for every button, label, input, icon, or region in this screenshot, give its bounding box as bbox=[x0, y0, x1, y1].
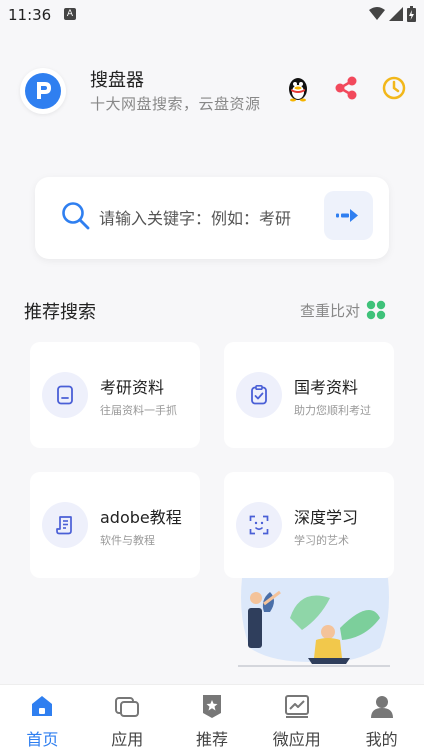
battery-icon bbox=[407, 6, 416, 22]
app-header: 搜盘器 十大网盘搜索，云盘资源 bbox=[0, 62, 424, 118]
logo-p-icon bbox=[25, 73, 61, 109]
clipboard-check-icon bbox=[251, 385, 267, 405]
compare-link[interactable]: 查重比对 bbox=[300, 300, 360, 321]
tab-mine[interactable]: 我的 bbox=[339, 685, 424, 756]
arrow-right-icon bbox=[336, 209, 358, 222]
share-icon[interactable] bbox=[332, 74, 360, 102]
card-icon-bg bbox=[236, 502, 282, 548]
search-submit-button[interactable] bbox=[324, 191, 373, 240]
card-subtitle: 往届资料一手抓 bbox=[100, 404, 177, 417]
history-icon[interactable] bbox=[380, 74, 408, 102]
apps-icon bbox=[115, 697, 140, 717]
section-header: 推荐搜索 查重比对 bbox=[24, 296, 394, 324]
scroll-icon bbox=[56, 516, 72, 535]
study-illustration bbox=[238, 578, 390, 667]
face-scan-icon bbox=[249, 515, 269, 535]
penguin-icon[interactable] bbox=[284, 74, 312, 102]
card-title: adobe教程 bbox=[100, 508, 182, 527]
card-subtitle: 学习的艺术 bbox=[294, 534, 349, 547]
search-icon bbox=[62, 202, 90, 230]
tab-label: 应用 bbox=[111, 730, 144, 749]
bottom-tab-bar: 首页 应用 推荐 微应用 我的 bbox=[0, 684, 424, 756]
app-subtitle: 十大网盘搜索，云盘资源 bbox=[90, 95, 261, 113]
card-title: 考研资料 bbox=[100, 378, 165, 397]
card-kaoyan[interactable]: 考研资料 往届资料一手抓 bbox=[30, 342, 200, 448]
user-icon bbox=[370, 696, 393, 718]
status-time: 11:36 bbox=[8, 6, 52, 24]
document-icon bbox=[57, 385, 73, 405]
search-input[interactable] bbox=[99, 204, 309, 232]
status-icons bbox=[369, 6, 416, 22]
card-icon-bg bbox=[42, 372, 88, 418]
tab-recommend[interactable]: 推荐 bbox=[170, 685, 255, 756]
badge-icon bbox=[202, 695, 221, 718]
tab-label: 首页 bbox=[26, 730, 59, 749]
card-subtitle: 软件与教程 bbox=[100, 534, 155, 547]
search-card bbox=[35, 177, 389, 259]
tab-home[interactable]: 首页 bbox=[0, 685, 85, 756]
wifi-icon bbox=[369, 7, 385, 20]
card-deep-learning[interactable]: 深度学习 学习的艺术 bbox=[224, 472, 394, 578]
card-icon-bg bbox=[236, 372, 282, 418]
grid-icon[interactable] bbox=[366, 300, 386, 320]
chart-icon bbox=[284, 695, 309, 718]
notification-icon: A bbox=[64, 8, 76, 20]
tab-label: 微应用 bbox=[272, 730, 321, 749]
card-guokao[interactable]: 国考资料 助力您顺利考过 bbox=[224, 342, 394, 448]
app-logo bbox=[20, 68, 66, 114]
signal-icon bbox=[389, 7, 403, 21]
tab-label: 我的 bbox=[365, 730, 398, 749]
home-icon bbox=[32, 696, 53, 716]
card-subtitle: 助力您顺利考过 bbox=[294, 404, 371, 417]
card-title: 深度学习 bbox=[294, 508, 359, 527]
status-bar: 11:36 A bbox=[0, 0, 424, 30]
tab-label: 推荐 bbox=[195, 730, 228, 749]
tab-micro-apps[interactable]: 微应用 bbox=[254, 685, 339, 756]
card-title: 国考资料 bbox=[294, 378, 359, 397]
tab-apps[interactable]: 应用 bbox=[85, 685, 170, 756]
section-title: 推荐搜索 bbox=[24, 302, 96, 323]
card-icon-bg bbox=[42, 502, 88, 548]
app-title: 搜盘器 bbox=[90, 70, 144, 91]
card-adobe[interactable]: adobe教程 软件与教程 bbox=[30, 472, 200, 578]
